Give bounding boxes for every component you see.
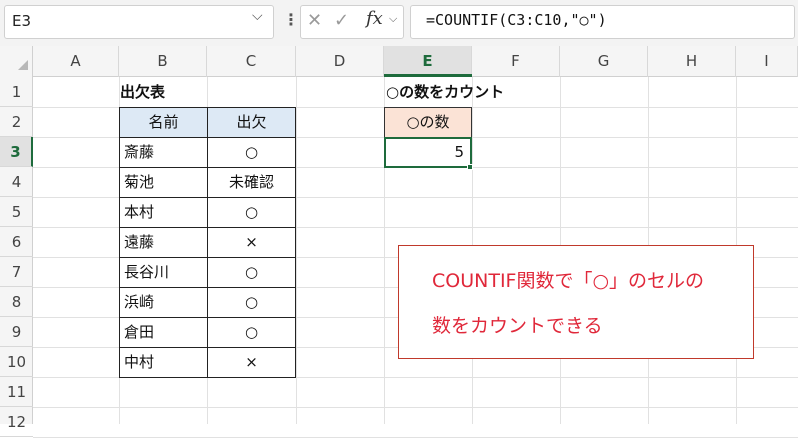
column-header-f[interactable]: F — [472, 46, 560, 77]
status-cell[interactable]: × — [207, 227, 296, 258]
row-header-1[interactable]: 1 — [0, 77, 33, 107]
name-box-value: E3 — [12, 12, 32, 30]
column-header-g[interactable]: G — [560, 46, 648, 77]
row-header-5[interactable]: 5 — [0, 197, 33, 227]
name-cell[interactable]: 長谷川 — [119, 257, 208, 288]
row-header-12[interactable]: 12 — [0, 407, 33, 437]
row-header-9[interactable]: 9 — [0, 317, 33, 347]
status-cell[interactable]: ○ — [207, 257, 296, 288]
callout-line-2: 数をカウントできる — [432, 315, 603, 337]
fill-handle[interactable] — [467, 164, 473, 170]
chevron-down-icon[interactable]: ⌵ — [389, 12, 397, 26]
select-all-corner[interactable] — [0, 46, 33, 77]
header-status-cell[interactable]: 出欠 — [207, 107, 296, 138]
count-result-cell[interactable]: 5 — [384, 137, 472, 168]
row-header-6[interactable]: 6 — [0, 227, 33, 257]
callout-box — [398, 245, 754, 359]
name-cell[interactable]: 浜崎 — [119, 287, 208, 318]
status-cell[interactable]: 未確認 — [207, 167, 296, 198]
name-cell[interactable]: 本村 — [119, 197, 208, 228]
enter-icon[interactable]: ✓ — [334, 10, 349, 31]
header-name-cell[interactable]: 名前 — [119, 107, 208, 138]
column-header-i[interactable]: I — [736, 46, 798, 77]
row-header-2[interactable]: 2 — [0, 107, 33, 137]
insert-function-icon[interactable]: fx — [366, 8, 383, 29]
name-cell[interactable]: 倉田 — [119, 317, 208, 348]
name-cell[interactable]: 菊池 — [119, 167, 208, 198]
row-header-8[interactable]: 8 — [0, 287, 33, 317]
column-header-b[interactable]: B — [119, 46, 207, 77]
count-header-cell[interactable]: ○の数 — [384, 107, 472, 138]
status-cell[interactable]: × — [207, 347, 296, 378]
name-cell[interactable]: 斎藤 — [119, 137, 208, 168]
grid-line-horizontal — [33, 407, 798, 408]
status-cell[interactable]: ○ — [207, 137, 296, 168]
count-title-cell[interactable]: ○の数をカウント — [386, 77, 586, 107]
column-header-h[interactable]: H — [648, 46, 736, 77]
column-header-a[interactable]: A — [33, 46, 119, 77]
row-header-7[interactable]: 7 — [0, 257, 33, 287]
row-header-10[interactable]: 10 — [0, 347, 33, 377]
row-header-11[interactable]: 11 — [0, 377, 33, 407]
table-title-cell[interactable]: 出欠表 — [120, 77, 208, 107]
name-box[interactable] — [4, 5, 274, 39]
grid-line-vertical — [296, 77, 297, 424]
row-header-4[interactable]: 4 — [0, 167, 33, 197]
name-cell[interactable]: 中村 — [119, 347, 208, 378]
name-cell[interactable]: 遠藤 — [119, 227, 208, 258]
select-all-icon — [18, 60, 28, 70]
cancel-icon[interactable]: ✕ — [307, 10, 322, 31]
callout-line-1: COUNTIF関数で「○」のセルの — [432, 270, 705, 292]
status-cell[interactable]: ○ — [207, 287, 296, 318]
chevron-down-icon[interactable]: ⌵ — [252, 8, 263, 24]
column-header-d[interactable]: D — [296, 46, 384, 77]
column-header-e[interactable]: E — [384, 46, 472, 77]
status-cell[interactable]: ○ — [207, 197, 296, 228]
more-options-icon[interactable]: ⋮ — [283, 10, 299, 29]
row-header-3[interactable]: 3 — [0, 137, 33, 167]
formula-text: =COUNTIF(C3:C10,"○") — [426, 11, 607, 29]
status-cell[interactable]: ○ — [207, 317, 296, 348]
column-header-c[interactable]: C — [207, 46, 296, 77]
